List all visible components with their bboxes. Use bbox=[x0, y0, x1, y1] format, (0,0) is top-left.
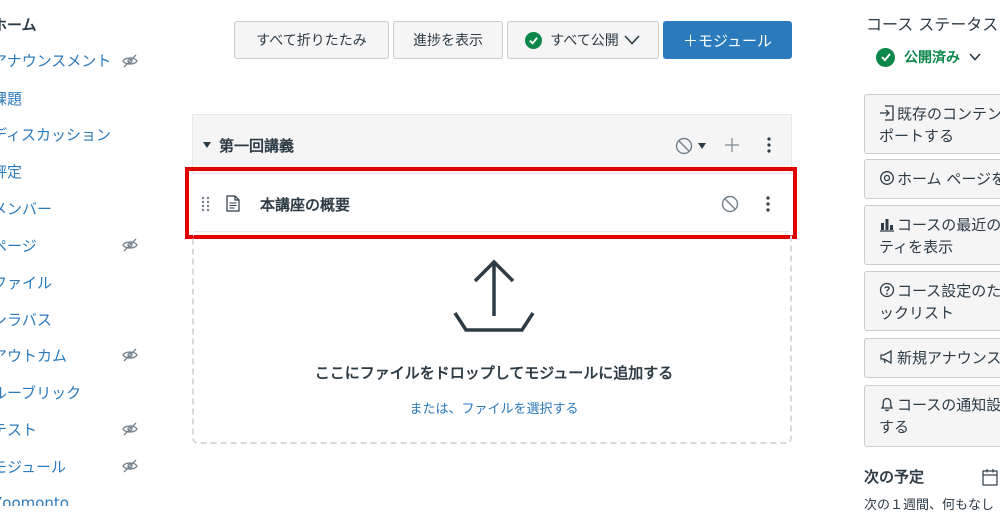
published-check-icon bbox=[876, 47, 895, 67]
hidden-eye-icon bbox=[122, 348, 138, 362]
hidden-eye-icon bbox=[122, 459, 138, 473]
question-icon bbox=[879, 282, 895, 298]
dropzone-title: ここにファイルをドロップしてモジュールに追加する bbox=[314, 364, 674, 382]
module-title: 第一回講義 bbox=[219, 137, 295, 155]
add-item-icon[interactable] bbox=[725, 138, 739, 152]
course-navigation: ホーム アナウンスメント 課題 ディスカッション 評定 メンバー ページ ファイ… bbox=[0, 0, 150, 506]
add-module-button[interactable]: ＋モジュール bbox=[663, 21, 792, 59]
nav-item-modules[interactable]: モジュール bbox=[0, 456, 66, 478]
file-dropzone[interactable]: ここにファイルをドロップしてモジュールに追加する または、ファイルを選択する bbox=[192, 234, 792, 444]
nav-item-files[interactable]: ファイル bbox=[0, 272, 52, 294]
chevron-down-icon bbox=[969, 53, 981, 61]
coming-up-empty-text: 次の１週間、何もなし bbox=[864, 498, 995, 513]
nav-item-rubrics[interactable]: ルーブリック bbox=[0, 382, 81, 404]
hidden-eye-icon bbox=[122, 238, 138, 252]
nav-item-quizzes[interactable]: テスト bbox=[0, 419, 37, 441]
notification-settings-label-2: する bbox=[879, 418, 910, 436]
course-activity-button[interactable]: コースの最近のアクティビ ティを表示 bbox=[864, 205, 1000, 265]
import-content-label-2: ポートする bbox=[879, 127, 955, 145]
setup-checklist-label-1: コース設定のためのチェ bbox=[897, 282, 1000, 300]
nav-item-pages[interactable]: ページ bbox=[0, 235, 37, 257]
hidden-eye-icon bbox=[122, 422, 138, 436]
hidden-eye-icon bbox=[122, 54, 138, 68]
nav-item-syllabus[interactable]: シラバス bbox=[0, 309, 52, 331]
kebab-menu-icon[interactable] bbox=[767, 137, 771, 153]
view-progress-label: 進捗を表示 bbox=[413, 33, 483, 49]
nav-item-discussions[interactable]: ディスカッション bbox=[0, 124, 111, 146]
import-icon bbox=[880, 105, 894, 121]
coming-up-title: 次の予定 bbox=[864, 468, 925, 486]
course-status-title: コース ステータス bbox=[866, 15, 999, 34]
course-activity-label-2: ティを表示 bbox=[879, 238, 954, 256]
import-content-label-1: 既存のコンテンツをイン bbox=[897, 105, 1000, 123]
course-activity-label-1: コースの最近のアクティビ bbox=[897, 216, 1000, 234]
unpublished-icon[interactable] bbox=[675, 137, 693, 155]
notification-settings-button[interactable]: コースの通知設定を表示 する bbox=[864, 385, 1000, 447]
course-status-label: 公開済み bbox=[904, 50, 960, 66]
bar-chart-icon bbox=[880, 219, 894, 232]
new-announcement-button[interactable]: 新規アナウンスメント bbox=[864, 338, 1000, 378]
select-file-link[interactable]: または、ファイルを選択する bbox=[194, 398, 794, 417]
add-module-label: ＋モジュール bbox=[683, 31, 772, 50]
collapse-caret-icon[interactable] bbox=[203, 142, 211, 148]
publish-all-button[interactable]: すべて公開 bbox=[507, 21, 659, 59]
setup-checklist-label-2: ックリスト bbox=[879, 304, 955, 322]
choose-home-page-button[interactable]: ホーム ページを選択 bbox=[864, 159, 1000, 199]
new-announcement-label: 新規アナウンスメント bbox=[897, 349, 1000, 367]
nav-item-home[interactable]: ホーム bbox=[0, 14, 37, 36]
nav-item-zoom[interactable]: Zoomonto bbox=[0, 492, 69, 506]
notification-settings-label-1: コースの通知設定を表示 bbox=[897, 396, 1000, 414]
course-status-dropdown[interactable]: 公開済み bbox=[876, 47, 982, 67]
chevron-down-icon bbox=[624, 35, 640, 45]
bell-icon bbox=[880, 397, 894, 412]
view-progress-button[interactable]: 進捗を表示 bbox=[393, 21, 503, 59]
nav-item-people[interactable]: メンバー bbox=[0, 198, 52, 220]
nav-item-outcomes[interactable]: アウトカム bbox=[0, 345, 67, 367]
caret-down-icon[interactable] bbox=[698, 143, 706, 149]
calendar-icon[interactable] bbox=[982, 468, 998, 486]
nav-item-grades[interactable]: 評定 bbox=[0, 161, 22, 183]
megaphone-icon bbox=[880, 349, 892, 365]
nav-item-assignments[interactable]: 課題 bbox=[0, 88, 22, 110]
import-content-button[interactable]: 既存のコンテンツをイン ポートする bbox=[864, 94, 1000, 154]
upload-icon bbox=[453, 259, 535, 332]
publish-all-label: すべて公開 bbox=[550, 33, 619, 49]
nav-item-announcements[interactable]: アナウンスメント bbox=[0, 50, 111, 72]
highlight-box bbox=[185, 167, 797, 239]
published-check-icon bbox=[525, 31, 543, 49]
setup-checklist-button[interactable]: コース設定のためのチェ ックリスト bbox=[864, 271, 1000, 331]
collapse-all-button[interactable]: すべて折りたたみ bbox=[234, 21, 389, 59]
choose-home-page-label: ホーム ページを選択 bbox=[897, 170, 1000, 188]
module-header[interactable]: 第一回講義 bbox=[192, 114, 792, 174]
collapse-all-label: すべて折りたたみ bbox=[256, 33, 367, 49]
home-target-icon bbox=[880, 171, 894, 185]
